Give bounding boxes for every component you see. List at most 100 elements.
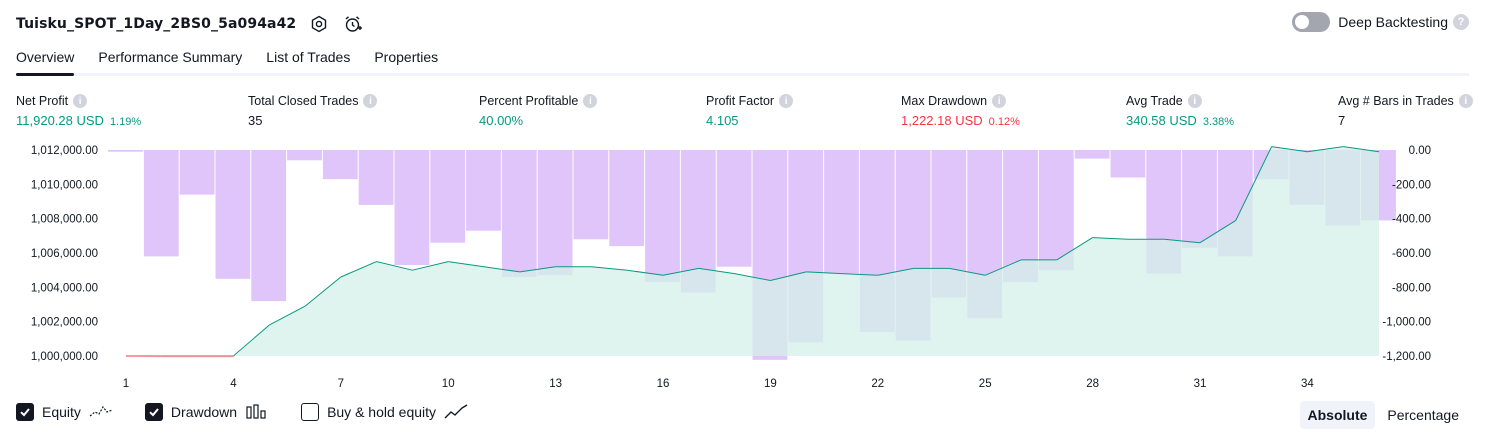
- tab-list-of-trades[interactable]: List of Trades: [266, 44, 350, 76]
- drawdown-bar: [287, 150, 322, 161]
- legend-drawdown[interactable]: Drawdown: [144, 403, 269, 421]
- drawdown-bar: [609, 150, 645, 247]
- drawdown-bar: [215, 150, 251, 279]
- tab-performance-summary[interactable]: Performance Summary: [98, 44, 242, 76]
- x-axis-tick-label: 16: [657, 378, 670, 390]
- left-axis-tick-label: 1,000,000.00: [31, 351, 98, 363]
- drawdown-bar: [358, 150, 394, 205]
- right-axis-tick-label: -800.00: [1392, 282, 1431, 294]
- equity-checkbox[interactable]: [16, 403, 34, 421]
- left-axis-tick-label: 1,010,000.00: [31, 179, 98, 191]
- drawdown-bar: [179, 150, 215, 195]
- left-axis-tick-label: 1,006,000.00: [31, 248, 98, 260]
- metric-value: 1,222.18 USD: [901, 113, 983, 128]
- metric-label: Total Closed Trades: [248, 94, 359, 108]
- tab-overview[interactable]: Overview: [16, 44, 75, 76]
- metric-label: Profit Factor: [706, 94, 775, 108]
- x-axis-tick-label: 34: [1301, 378, 1314, 390]
- metric-label: Percent Profitable: [479, 94, 579, 108]
- metric-value: 40.00%: [479, 113, 524, 128]
- metric-label: Max Drawdown: [901, 94, 988, 108]
- metric-percent: 1.19%: [109, 116, 142, 128]
- buy-hold-checkbox[interactable]: [301, 403, 320, 421]
- drawdown-bar: [322, 150, 358, 180]
- info-icon[interactable]: i: [1187, 94, 1202, 108]
- left-axis: 1,012,000.00 1,010,000.00 1,008,000.00 1,00…: [31, 145, 98, 363]
- drawdown-checkbox[interactable]: [144, 403, 163, 421]
- info-icon[interactable]: i: [363, 94, 378, 108]
- drawdown-bar: [645, 150, 680, 283]
- x-axis-tick-label: 25: [979, 378, 992, 390]
- metric-avg-trade: Avg Trade i 340.58 USD 3.38%: [1126, 93, 1234, 128]
- mode-absolute-button[interactable]: Absolute: [1299, 401, 1376, 429]
- drawdown-bar: [1074, 150, 1110, 159]
- metric-max-drawdown: Max Drawdown i 1,222.18 USD 0.12%: [901, 93, 1020, 128]
- metric-value: 340.58 USD: [1126, 113, 1197, 128]
- equity-drawdown-chart[interactable]: 1,012,000.00 1,010,000.00 1,008,000.00 1,00…: [0, 140, 1486, 396]
- right-axis-tick-label: -400.00: [1392, 214, 1431, 226]
- drawdown-bar: [143, 150, 179, 257]
- left-axis-tick-label: 1,004,000.00: [31, 282, 98, 294]
- x-axis-tick-label: 10: [442, 378, 455, 390]
- tab-properties[interactable]: Properties: [374, 44, 438, 76]
- metric-value: 7: [1338, 113, 1346, 128]
- drawdown-bar: [1110, 150, 1146, 178]
- drawdown-bar: [1182, 150, 1217, 248]
- help-icon[interactable]: ?: [1453, 14, 1469, 30]
- drawdown-bar: [824, 150, 859, 274]
- gear-icon[interactable]: [308, 13, 330, 35]
- metric-avg-bars-in-trades: Avg # Bars in Trades i 7: [1338, 93, 1473, 128]
- left-axis-tick-label: 1,008,000.00: [31, 214, 98, 226]
- metric-label: Avg Trade: [1126, 94, 1183, 108]
- legend-label: Drawdown: [170, 404, 238, 420]
- x-axis-tick-label: 13: [549, 378, 562, 390]
- info-icon[interactable]: i: [583, 94, 598, 108]
- drawdown-bar: [430, 150, 466, 243]
- chart-legend: Equity Drawdown Buy & hold equity: [16, 403, 500, 421]
- x-axis-tick-label: 4: [230, 378, 237, 390]
- alarm-clock-plus-icon[interactable]: [342, 13, 364, 35]
- drawdown-bar: [716, 150, 752, 267]
- equity-line-icon: [89, 405, 113, 417]
- metric-value: 11,920.28 USD: [16, 113, 104, 128]
- x-axis-tick-label: 31: [1194, 378, 1207, 390]
- metric-percent-profitable: Percent Profitable i 40.00%: [479, 93, 598, 128]
- metric-value: 35: [248, 113, 263, 128]
- info-icon[interactable]: i: [779, 94, 794, 108]
- info-icon[interactable]: i: [73, 94, 88, 108]
- x-axis: 1 4 7 10 13 16 19 22 25 28 31 34: [123, 378, 1315, 390]
- drawdown-bar: [108, 150, 143, 152]
- deep-backtesting-toggle[interactable]: [1292, 12, 1331, 32]
- x-axis-tick-label: 7: [338, 378, 344, 390]
- drawdown-bars-icon: [246, 404, 266, 419]
- drawdown-bar: [251, 150, 287, 302]
- legend-equity[interactable]: Equity: [16, 403, 113, 421]
- metric-net-profit: Net Profit i 11,920.28 USD 1.19%: [16, 93, 141, 128]
- strategy-header: Tuisku_SPOT_1Day_2BS0_5a094a42: [16, 10, 364, 38]
- right-axis-tick-label: -1,200.00: [1382, 351, 1431, 363]
- info-icon[interactable]: i: [992, 94, 1007, 108]
- x-axis-tick-label: 28: [1086, 378, 1099, 390]
- legend-label: Buy & hold equity: [327, 404, 437, 420]
- drawdown-bar: [537, 150, 573, 276]
- legend-label: Equity: [42, 404, 81, 420]
- deep-backtesting-label: Deep Backtesting: [1338, 14, 1448, 30]
- metric-profit-factor: Profit Factor i 4.105: [706, 93, 794, 128]
- info-icon[interactable]: i: [1458, 94, 1473, 108]
- metric-label: Avg # Bars in Trades: [1338, 94, 1454, 108]
- buy-hold-line-icon: [444, 404, 468, 419]
- tabs-bar: Overview Performance Summary List of Tra…: [16, 44, 462, 76]
- metric-total-closed-trades: Total Closed Trades i 35: [248, 93, 378, 128]
- right-axis-tick-label: -1,000.00: [1382, 317, 1431, 329]
- drawdown-bar: [466, 150, 501, 231]
- right-axis-tick-label: -600.00: [1392, 248, 1431, 260]
- left-axis-tick-label: 1,012,000.00: [31, 145, 98, 157]
- x-axis-tick-label: 1: [123, 378, 129, 390]
- chart-mode-switch: Absolute Percentage: [1296, 401, 1468, 429]
- drawdown-bar: [394, 150, 430, 265]
- metric-label: Net Profit: [16, 94, 69, 108]
- mode-percentage-button[interactable]: Percentage: [1379, 401, 1467, 429]
- legend-buy-hold[interactable]: Buy & hold equity: [301, 403, 468, 421]
- deep-backtesting: Deep Backtesting ?: [1292, 12, 1469, 32]
- x-axis-tick-label: 22: [871, 378, 884, 390]
